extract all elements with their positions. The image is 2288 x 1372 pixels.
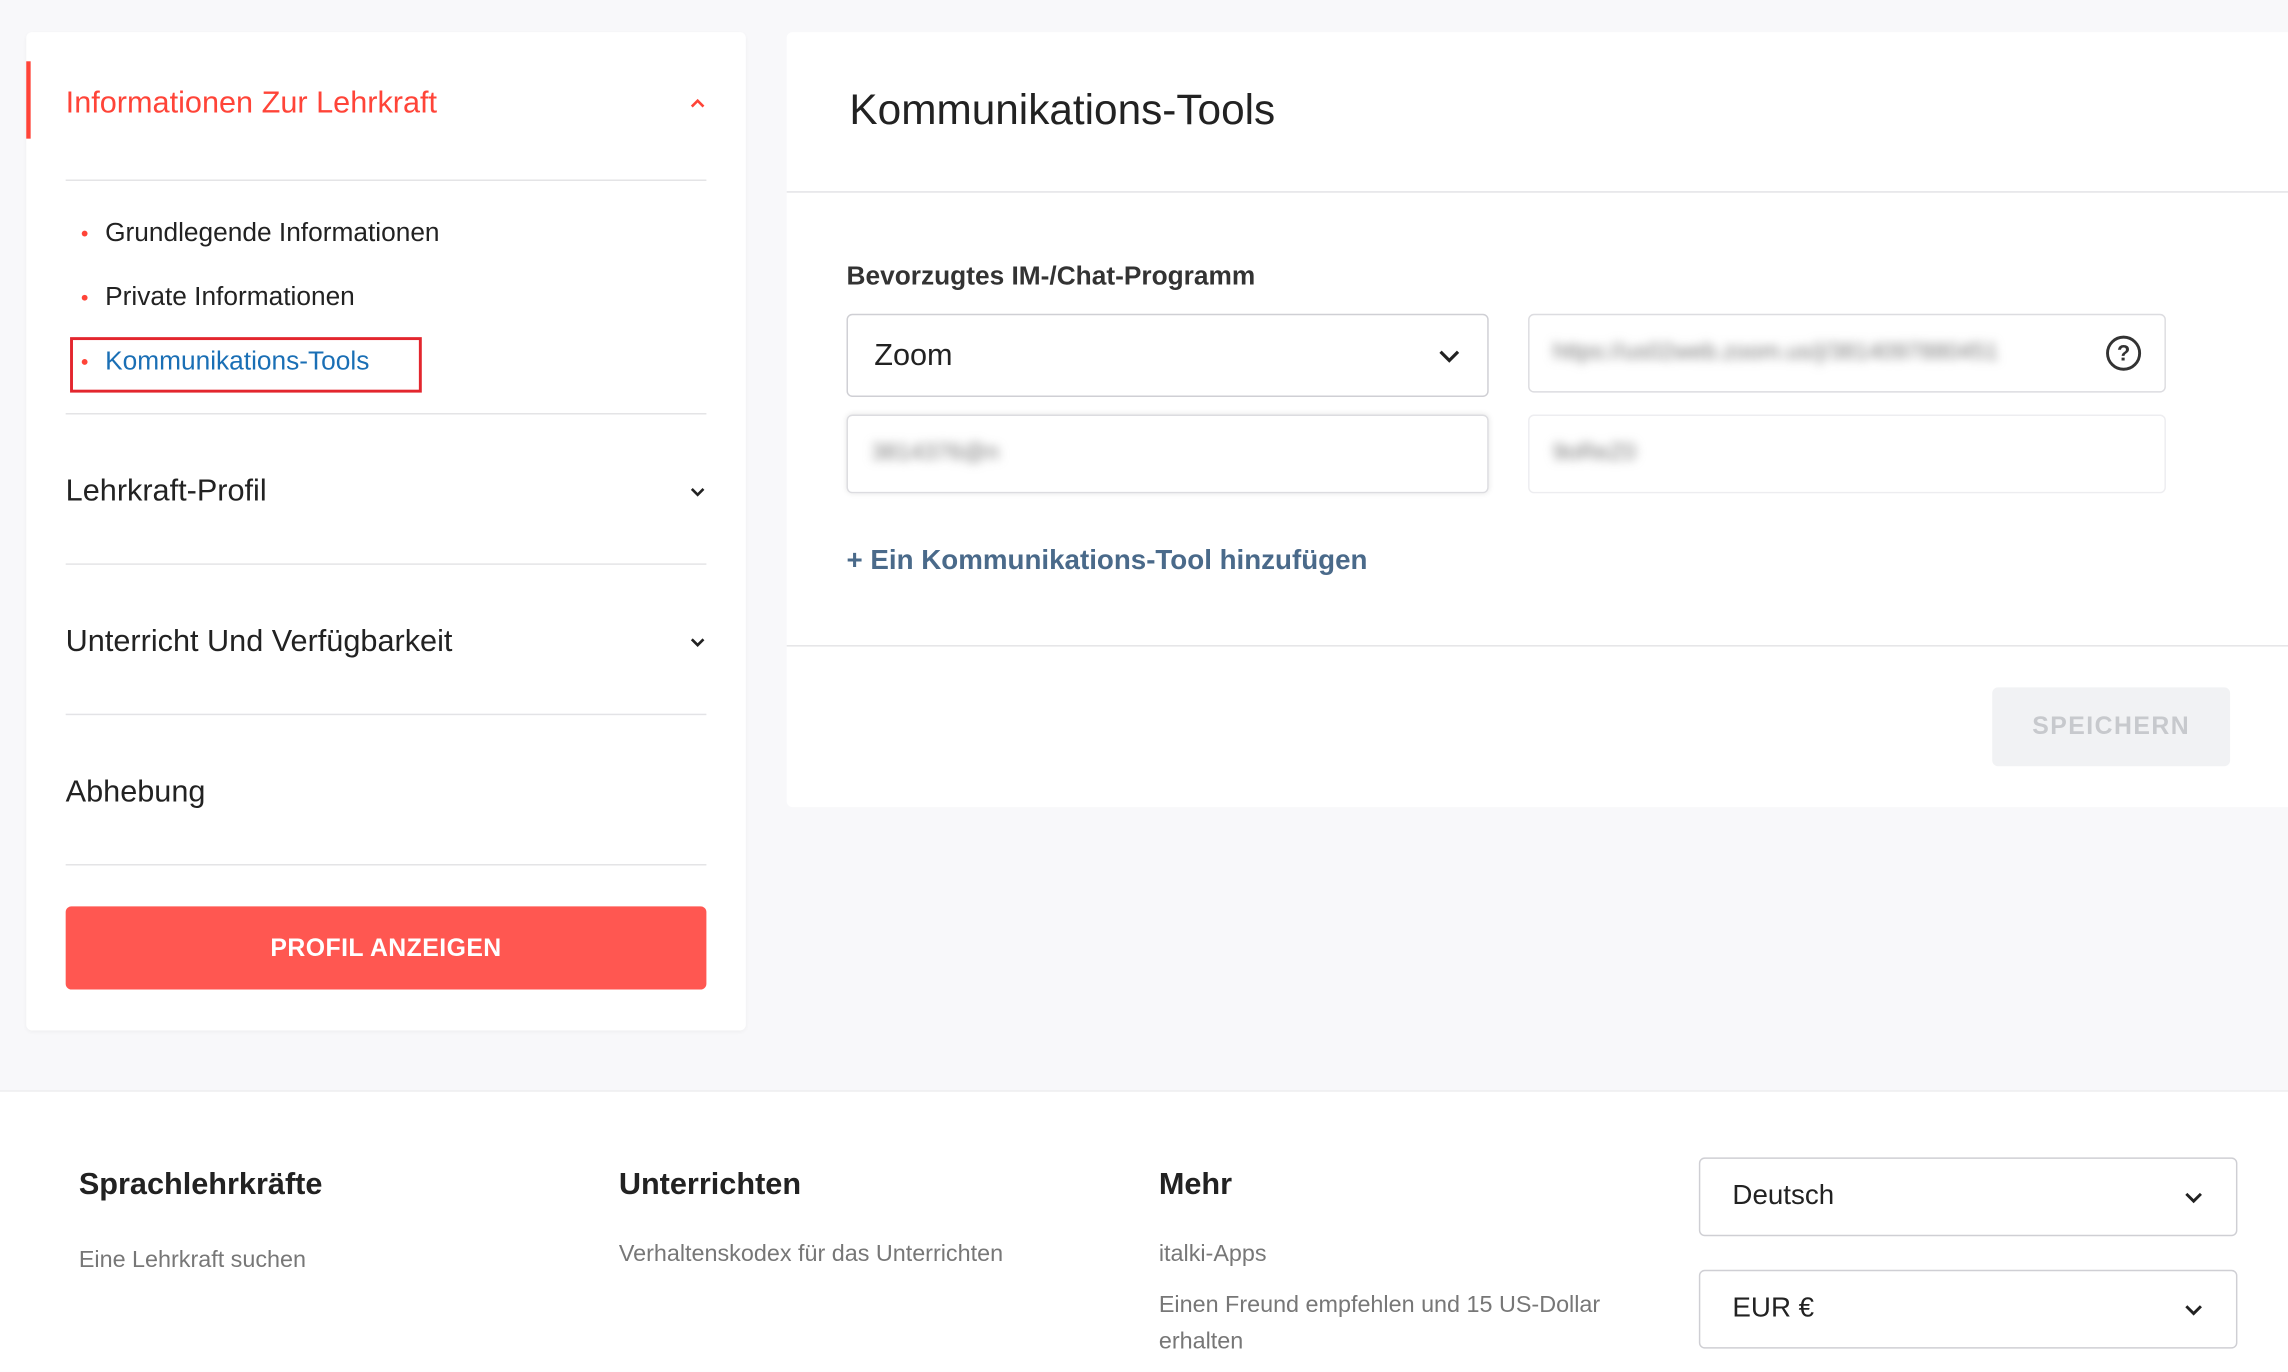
field-label: Bevorzugtes IM-/Chat-Programm: [846, 261, 1256, 291]
footer-link-find-teacher[interactable]: Eine Lehrkraft suchen: [79, 1242, 306, 1278]
chevron-down-icon: [2185, 1305, 2202, 1316]
divider: [786, 191, 2288, 193]
bullet-dot: [81, 229, 88, 236]
footer-title-teachers: Sprachlehrkräfte: [78, 1167, 323, 1202]
section-teacher-profile-label: Lehrkraft-Profil: [65, 474, 267, 508]
divider: [786, 645, 2288, 647]
divider: [65, 713, 707, 716]
section-teaching-availability[interactable]: Unterricht Und Verfügbarkeit: [26, 606, 746, 679]
page-title: Kommunikations-Tools: [849, 87, 1276, 135]
bullet-dot: [81, 294, 88, 300]
divider: [65, 179, 707, 181]
footer-title-more: Mehr: [1158, 1167, 1233, 1202]
meeting-link-value: https://us02web.zoom.us/j/3814097880451: [1552, 340, 1999, 365]
divider: [65, 413, 707, 415]
settings-sidebar: Informationen Zur Lehrkraft Grundlegende…: [26, 32, 746, 1031]
chevron-down-icon: [1439, 349, 1460, 363]
highlight-box: [70, 337, 422, 393]
footer-link-apps[interactable]: italki-Apps: [1159, 1236, 1267, 1272]
language-value: Deutsch: [1732, 1180, 1835, 1212]
sub-item-private-info[interactable]: Private Informationen: [81, 281, 355, 313]
footer-link-code-of-conduct[interactable]: Verhaltenskodex für das Unterrichten: [619, 1236, 1003, 1272]
im-program-value: Zoom: [874, 337, 953, 372]
passcode-value: 9oReZ0: [1552, 440, 1636, 466]
language-select[interactable]: Deutsch: [1698, 1157, 2238, 1237]
sub-item-label: Private Informationen: [105, 281, 355, 311]
meeting-id-value: 3814376@n: [871, 440, 999, 466]
section-withdrawal[interactable]: Abhebung: [26, 756, 746, 829]
help-icon[interactable]: ?: [2106, 335, 2142, 371]
currency-select[interactable]: EUR €: [1698, 1269, 2238, 1349]
divider: [65, 864, 707, 866]
meeting-id-input[interactable]: 3814376@n: [846, 414, 1489, 494]
footer-title-teaching: Unterrichten: [618, 1167, 802, 1202]
chevron-down-icon: [2185, 1192, 2202, 1204]
sub-item-label: Grundlegende Informationen: [105, 217, 440, 247]
section-teacher-info[interactable]: Informationen Zur Lehrkraft: [26, 64, 746, 141]
section-teacher-info-label: Informationen Zur Lehrkraft: [65, 85, 438, 119]
meeting-link-input[interactable]: https://us02web.zoom.us/j/3814097880451 …: [1528, 313, 2166, 393]
sub-item-basic-info[interactable]: Grundlegende Informationen: [81, 217, 440, 248]
chevron-down-icon: [690, 488, 705, 497]
passcode-input[interactable]: 9oReZ0: [1528, 414, 2166, 494]
currency-value: EUR €: [1732, 1293, 1815, 1324]
divider: [65, 563, 707, 565]
section-teaching-label: Unterricht Und Verfügbarkeit: [65, 624, 453, 659]
section-withdrawal-label: Abhebung: [65, 774, 206, 809]
footer: Sprachlehrkräfte Eine Lehrkraft suchen U…: [0, 1090, 2288, 1372]
view-profile-button[interactable]: PROFIL ANZEIGEN: [65, 906, 707, 990]
add-communication-tool-link[interactable]: + Ein Kommunikations-Tool hinzufügen: [847, 546, 1368, 578]
footer-link-refer-friend[interactable]: Einen Freund empfehlen und 15 US-Dollar …: [1159, 1287, 1655, 1360]
save-button[interactable]: SPEICHERN: [1992, 687, 2231, 767]
chevron-down-icon: [690, 638, 705, 647]
communication-tools-card: Kommunikations-Tools Bevorzugtes IM-/Cha…: [786, 32, 2288, 808]
section-teacher-profile[interactable]: Lehrkraft-Profil: [26, 455, 746, 528]
im-program-select[interactable]: Zoom: [846, 313, 1489, 397]
chevron-up-icon: [690, 98, 705, 107]
